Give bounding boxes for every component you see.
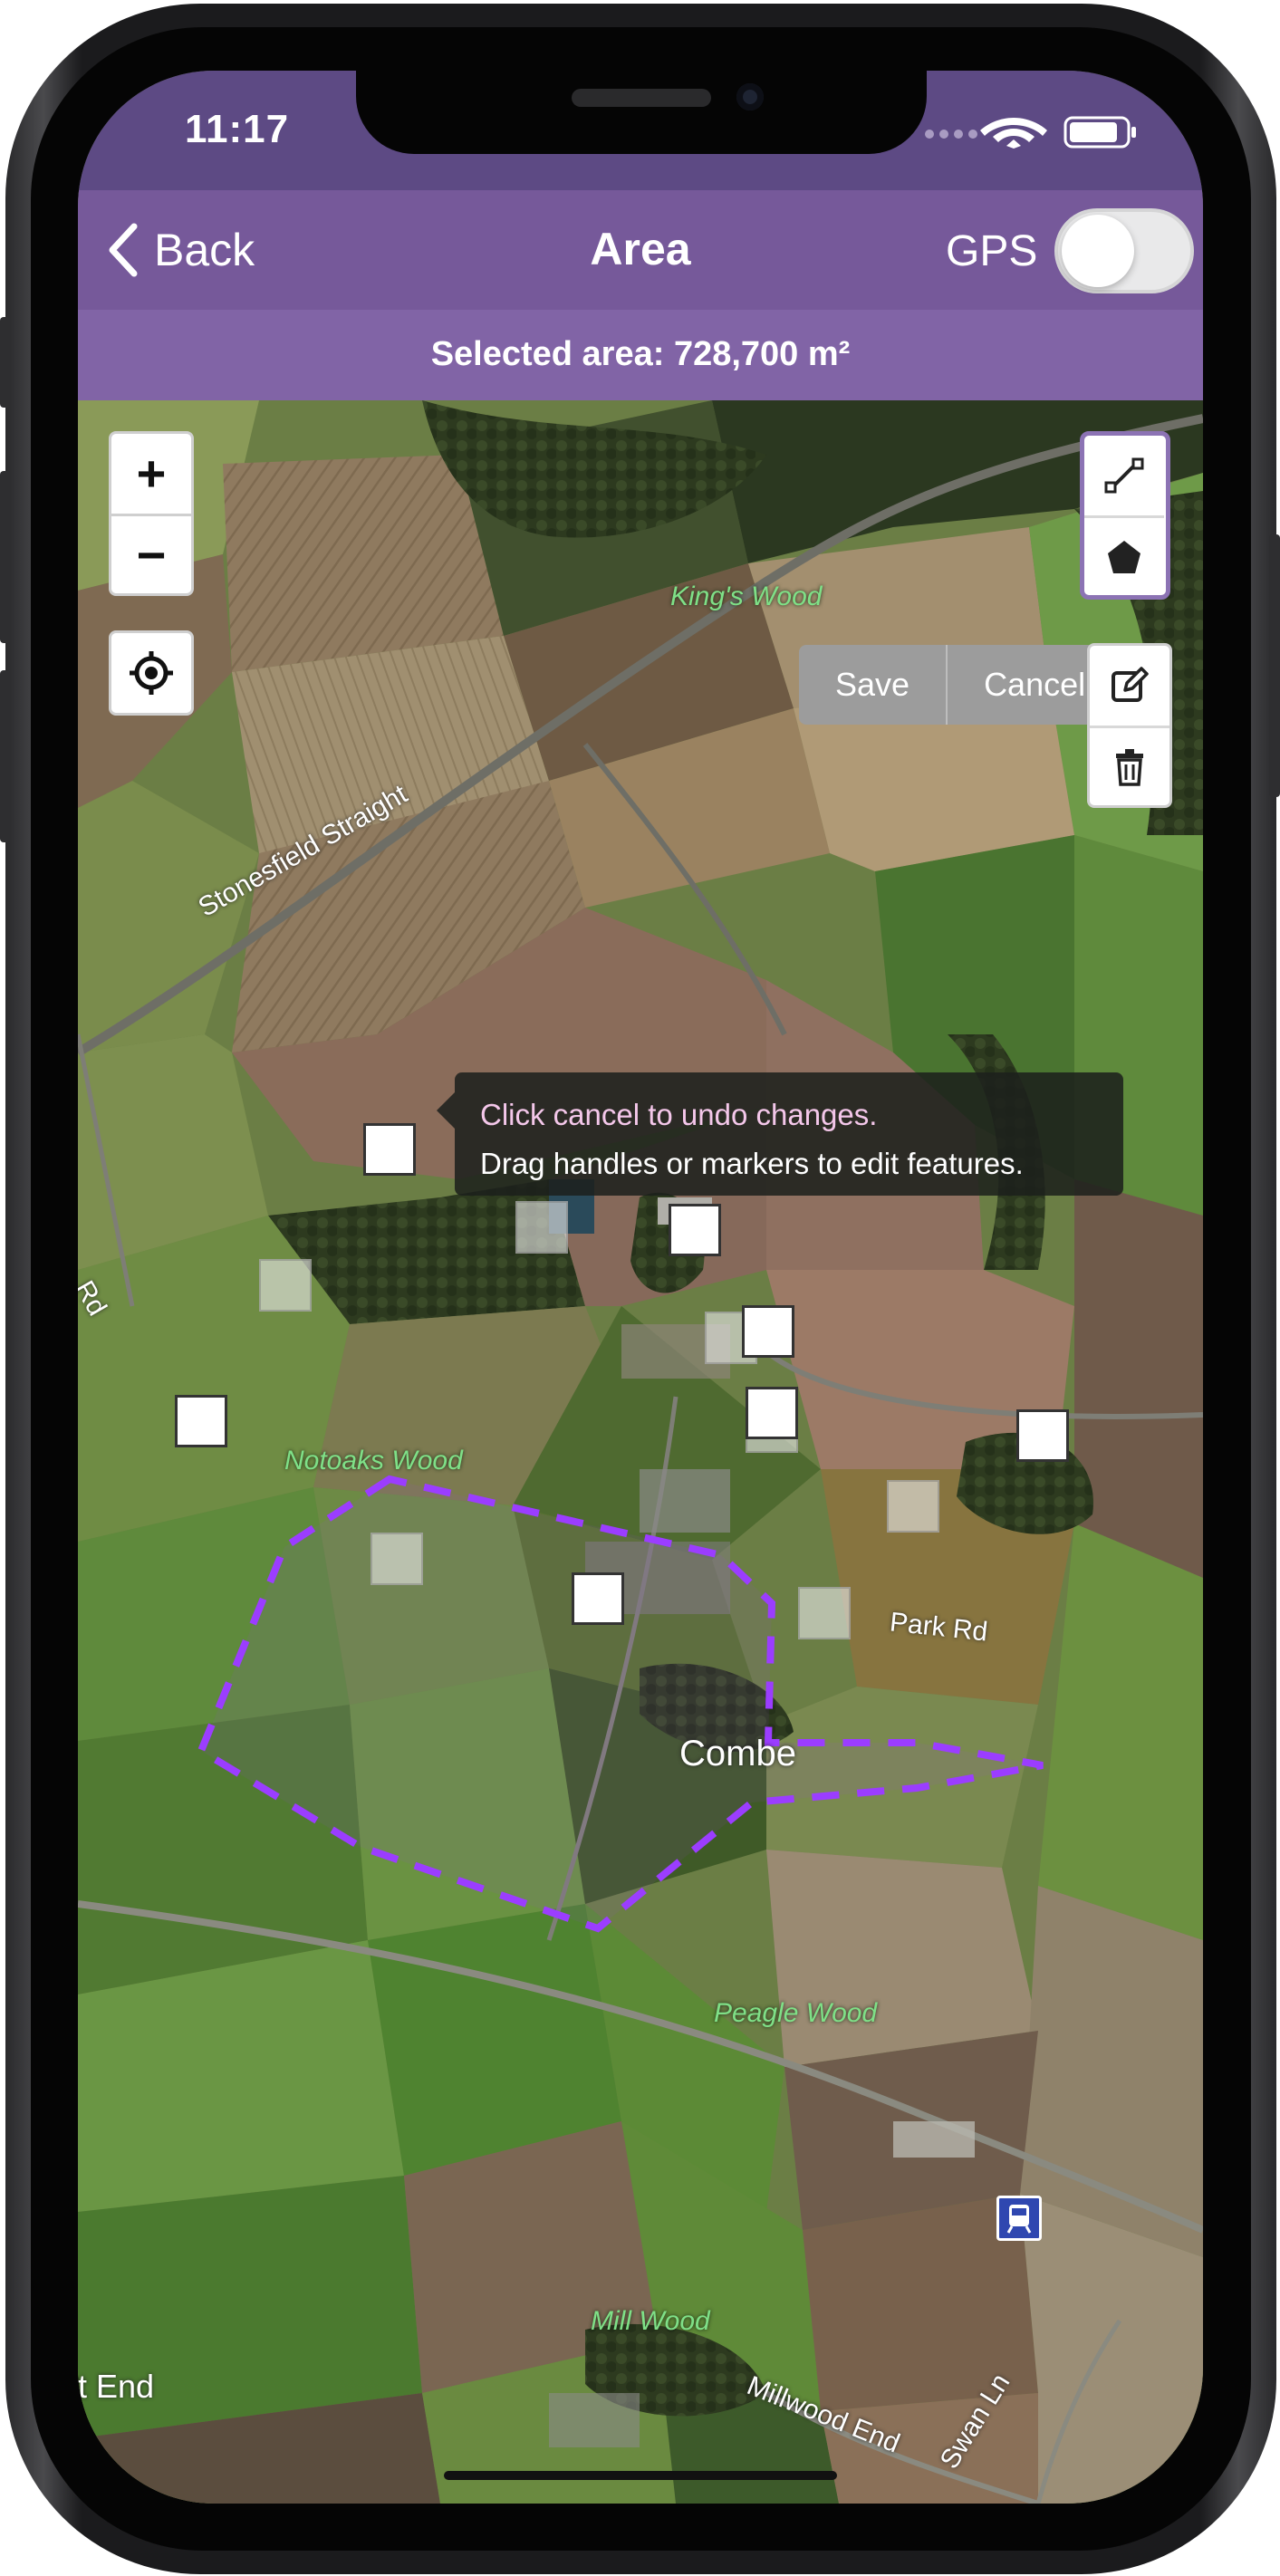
train-icon: [1006, 2205, 1032, 2234]
polygon-vertex-handle[interactable]: [746, 1387, 798, 1439]
polyline-icon: [1104, 457, 1144, 494]
locate-control: [109, 630, 194, 716]
map-label-combe: Combe: [679, 1734, 796, 1773]
speaker-grille: [572, 89, 711, 107]
wifi-icon: [980, 118, 1047, 149]
power-button: [1269, 534, 1280, 797]
gps-label: GPS: [946, 227, 1038, 275]
zoom-in-button[interactable]: +: [111, 434, 191, 514]
gps-toggle-knob: [1062, 215, 1134, 287]
polygon-vertex-handle[interactable]: [572, 1572, 624, 1625]
volume-down-button: [0, 670, 11, 842]
status-icons: [920, 112, 1147, 149]
polygon-vertex-handle[interactable]: [363, 1123, 416, 1176]
polygon-midpoint-marker[interactable]: [371, 1533, 423, 1585]
satellite-map[interactable]: King's Wood Stonesfield Straight Notoaks…: [78, 400, 1203, 2504]
edit-actions: Save Cancel: [799, 645, 1122, 725]
nav-bar: Back Area GPS: [78, 190, 1203, 310]
polygon-midpoint-marker[interactable]: [887, 1480, 939, 1533]
gps-toggle[interactable]: [1054, 208, 1194, 293]
polygon-midpoint-marker[interactable]: [798, 1587, 851, 1639]
selected-area-text: Selected area: 728,700 m²: [430, 335, 851, 373]
edit-icon: [1112, 667, 1149, 702]
draw-line-button[interactable]: [1084, 436, 1164, 515]
map-label-peagle-wood: Peagle Wood: [714, 1998, 878, 2028]
polygon-vertex-handle[interactable]: [175, 1395, 227, 1447]
polygon-vertex-handle[interactable]: [742, 1305, 794, 1358]
polygon-vertex-handle[interactable]: [1016, 1409, 1069, 1462]
map-label-t-end: t End: [78, 2368, 155, 2405]
front-camera: [736, 83, 764, 111]
draw-toolbar: [1080, 431, 1170, 600]
phone-screen: 11:17 Back Area GPS Selected area: 728,7…: [78, 71, 1203, 2504]
pentagon-icon: [1108, 540, 1140, 573]
trash-icon: [1116, 748, 1143, 786]
edit-tooltip: Click cancel to undo changes. Drag handl…: [437, 1072, 1123, 1196]
edit-toolbar: [1087, 643, 1172, 808]
locate-button[interactable]: [111, 633, 191, 713]
status-time: 11:17: [185, 107, 290, 151]
delete-layers-button[interactable]: [1090, 726, 1169, 805]
edit-layers-button[interactable]: [1090, 646, 1169, 726]
selected-area-bar: Selected area: 728,700 m²: [78, 310, 1203, 400]
volume-up-button: [0, 471, 11, 643]
status-bar: 11:17: [78, 71, 1203, 190]
zoom-control: + −: [109, 431, 194, 596]
mute-switch: [0, 317, 11, 408]
home-indicator[interactable]: [444, 2471, 837, 2480]
battery-icon: [1063, 116, 1136, 149]
tooltip-text: Drag handles or markers to edit features…: [480, 1147, 1024, 1180]
signal-dots-icon: [925, 130, 977, 139]
tooltip-subtext: Click cancel to undo changes.: [480, 1098, 878, 1131]
polygon-midpoint-marker[interactable]: [259, 1259, 312, 1312]
map-label-kings-wood: King's Wood: [670, 582, 823, 611]
save-button[interactable]: Save: [799, 645, 946, 725]
polygon-midpoint-marker[interactable]: [515, 1201, 568, 1254]
crosshair-icon: [130, 651, 173, 695]
map-label-notoaks-wood: Notoaks Wood: [284, 1446, 463, 1475]
draw-polygon-button[interactable]: [1084, 515, 1164, 595]
map-label-mill-wood: Mill Wood: [591, 2306, 710, 2336]
camera-notch: [356, 71, 927, 154]
train-station-icon[interactable]: [996, 2196, 1042, 2241]
polygon-vertex-handle[interactable]: [669, 1204, 721, 1256]
zoom-out-button[interactable]: −: [111, 514, 191, 593]
